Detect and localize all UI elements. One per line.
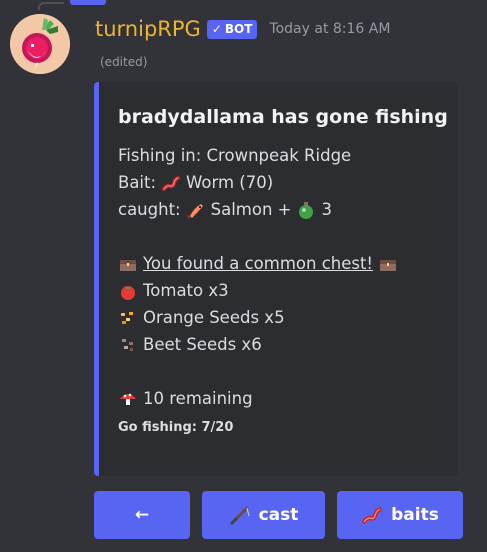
back-arrow-icon: ← <box>134 505 150 525</box>
caught-line: caught: Salmon + 3 <box>118 196 442 223</box>
timestamp: Today at 8:16 AM <box>269 21 391 37</box>
bait-label: Bait: <box>118 173 157 192</box>
username[interactable]: turnipRPG <box>95 17 201 41</box>
loot-item-text: Tomato x3 <box>143 281 229 300</box>
caught-count: 3 <box>321 200 332 219</box>
fishing-rod-icon <box>230 506 250 525</box>
bot-badge-label: BOT <box>224 22 253 36</box>
caught-label: caught: <box>118 200 181 219</box>
remaining-line: 10 remaining <box>118 385 442 412</box>
salmon-icon <box>186 203 203 219</box>
loot-item-text: Beet Seeds x6 <box>143 335 262 354</box>
fishing-location: Fishing in: Crownpeak Ridge <box>118 142 442 169</box>
bait-line: Bait: Worm (70) <box>118 169 442 196</box>
bait-value: Worm (70) <box>186 173 274 192</box>
chest-line: You found a common chest! <box>118 250 442 277</box>
message-header: turnipRPG ✓ BOT Today at 8:16 AM <box>95 14 390 44</box>
fishing-location-text: Fishing in: Crownpeak Ridge <box>118 146 352 165</box>
embed-footer: Go fishing: 7/20 <box>118 420 234 435</box>
baits-label: baits <box>391 505 439 525</box>
baits-button[interactable]: baits <box>337 491 463 539</box>
back-button[interactable]: ← <box>94 491 190 539</box>
avatar[interactable] <box>10 14 70 74</box>
mushroom-icon <box>120 393 136 405</box>
beet-seeds-icon <box>122 338 133 351</box>
worm-icon <box>162 175 181 191</box>
chest-icon <box>380 259 397 271</box>
embed-title: bradydallama has gone fishing <box>118 106 448 128</box>
reply-preview[interactable] <box>70 0 106 5</box>
turnip-icon <box>10 14 70 74</box>
loot-item-text: Orange Seeds x5 <box>143 308 285 327</box>
chest-icon <box>120 259 136 271</box>
tomato-icon <box>121 285 135 300</box>
reply-connector <box>38 2 64 10</box>
bot-badge: ✓ BOT <box>206 19 258 39</box>
remaining-text: 10 remaining <box>143 389 253 408</box>
cast-button[interactable]: cast <box>202 491 325 539</box>
edited-indicator: (edited) <box>100 55 148 69</box>
worm-icon <box>362 507 383 524</box>
potion-icon <box>299 201 314 219</box>
embed: bradydallama has gone fishing Fishing in… <box>94 82 458 476</box>
chest-text[interactable]: You found a common chest! <box>143 250 373 277</box>
loot-item: Tomato x3 <box>118 277 442 304</box>
orange-seeds-icon <box>121 311 133 324</box>
cast-label: cast <box>258 505 299 525</box>
action-row: ← cast baits <box>94 491 463 539</box>
caught-value: Salmon + <box>210 200 292 219</box>
check-icon: ✓ <box>211 22 222 36</box>
loot-item: Beet Seeds x6 <box>118 331 442 358</box>
loot-item: Orange Seeds x5 <box>118 304 442 331</box>
